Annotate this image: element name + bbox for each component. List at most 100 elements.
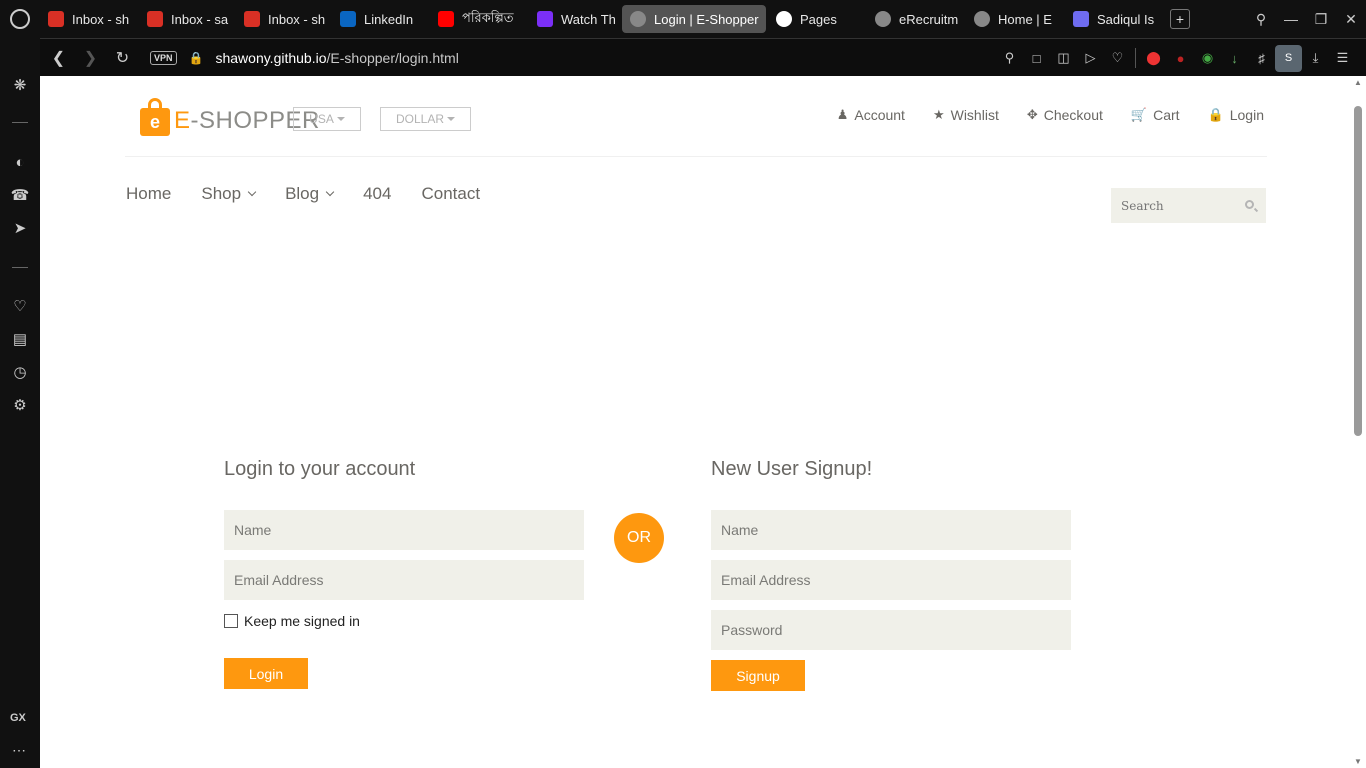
tab-title: Inbox - sh	[268, 11, 326, 27]
downloads-icon[interactable]: ⤓	[1302, 45, 1329, 72]
scrollbar-thumb[interactable]	[1354, 106, 1362, 436]
currency-dropdown[interactable]: DOLLAR	[380, 107, 471, 131]
play-icon	[537, 11, 553, 27]
sidebar-divider	[12, 267, 28, 268]
signup-password-field[interactable]	[711, 610, 1071, 650]
star-icon: ★	[932, 107, 945, 122]
signup-email-field[interactable]	[711, 560, 1071, 600]
vpn-badge[interactable]: VPN	[150, 50, 177, 65]
cart-icon: 🛒	[1130, 107, 1148, 122]
gx-label[interactable]: GX	[10, 712, 26, 724]
tab-title: পরিকল্পিত	[462, 9, 514, 25]
chevron-down-icon	[247, 187, 257, 197]
history-icon[interactable]: ◷	[10, 362, 30, 382]
tab-title: Home | E	[998, 11, 1052, 27]
browser-tab[interactable]: Login | E-Shopper	[622, 5, 766, 33]
telegram-icon[interactable]: ➤	[10, 218, 30, 238]
cart-link[interactable]: 🛒 Cart	[1131, 107, 1180, 123]
nav-blog-label: Blog	[285, 184, 320, 203]
browser-tab[interactable]: Inbox - sa	[139, 5, 234, 33]
pocket-icon[interactable]: ◫	[1050, 45, 1077, 72]
globe-icon	[630, 11, 646, 27]
login-name-field[interactable]	[224, 510, 584, 550]
nav-shop-label: Shop	[201, 184, 242, 203]
ai-assistant-icon[interactable]: ❋	[10, 75, 30, 95]
scroll-down-icon[interactable]: ▼	[1353, 757, 1363, 766]
new-tab-button[interactable]: +	[1170, 9, 1190, 29]
login-email-field[interactable]	[224, 560, 584, 600]
browser-tab[interactable]: Sadiqul Is	[1065, 5, 1162, 33]
messenger-icon[interactable]: ◐	[10, 152, 30, 172]
bookmark-heart-icon[interactable]: ♡	[1104, 45, 1131, 72]
nav-home[interactable]: Home	[126, 184, 171, 204]
linkedin-icon	[340, 11, 356, 27]
tab-title: Watch Th	[561, 11, 616, 27]
signup-button[interactable]: Signup	[711, 660, 805, 691]
lock-icon: 🔒	[1207, 107, 1224, 122]
reload-icon[interactable]: ↻	[109, 43, 136, 73]
close-icon[interactable]: ✕	[1336, 4, 1366, 34]
browser-tab[interactable]: Pages	[768, 5, 865, 33]
country-dropdown[interactable]: USA	[293, 107, 361, 131]
browser-tab[interactable]: LinkedIn	[332, 5, 428, 33]
opera-menu-icon[interactable]	[0, 0, 40, 38]
caret-down-icon	[447, 117, 456, 121]
signup-name-field[interactable]	[711, 510, 1071, 550]
url-field[interactable]: shawony.github.io/E-shopper/login.html	[215, 50, 458, 66]
account-link[interactable]: ♟ Account	[837, 107, 905, 123]
easy-setup-icon[interactable]: ☰	[1329, 45, 1356, 72]
search-input[interactable]	[1111, 188, 1231, 223]
settings-icon[interactable]: ⚙	[10, 395, 30, 415]
browser-tab[interactable]: Inbox - sh	[236, 5, 330, 33]
address-bar: ❮ ❯ ↻ VPN 🔒 shawony.github.io/E-shopper/…	[40, 38, 1366, 76]
minimize-icon[interactable]: —	[1276, 4, 1306, 34]
browser-tab[interactable]: eRecruitm	[867, 5, 964, 33]
nav-blog[interactable]: Blog	[285, 184, 335, 204]
login-link[interactable]: 🔒 Login	[1208, 107, 1264, 123]
browser-tab[interactable]: পরিকল্পিত	[430, 5, 527, 33]
more-icon[interactable]: ⋯	[12, 742, 27, 759]
forward-icon[interactable]: ❯	[77, 43, 104, 73]
maximize-icon[interactable]: ❐	[1306, 4, 1336, 34]
whatsapp-icon[interactable]: ☎	[10, 185, 30, 205]
browser-tab[interactable]: Inbox - sh	[40, 5, 137, 33]
adblock-icon[interactable]: ⬤	[1140, 45, 1167, 72]
login-button[interactable]: Login	[224, 658, 308, 689]
url-host: shawony.github.io	[215, 49, 327, 66]
pin-icon[interactable]: ⚲	[996, 45, 1023, 72]
send-icon[interactable]: ▷	[1077, 45, 1104, 72]
wishlist-link[interactable]: ★ Wishlist	[933, 107, 999, 123]
crosshairs-icon: ✥	[1026, 107, 1038, 122]
ublock-icon[interactable]: ●	[1167, 45, 1194, 72]
keep-signed-in-checkbox[interactable]	[224, 614, 238, 628]
nav-contact[interactable]: Contact	[421, 184, 480, 204]
checkout-link[interactable]: ✥ Checkout	[1027, 107, 1103, 123]
extensions-puzzle-icon[interactable]: ♯	[1248, 45, 1275, 72]
profile-avatar[interactable]: S	[1275, 44, 1302, 72]
snapshot-icon[interactable]: □	[1023, 45, 1050, 72]
page-scrollbar[interactable]: ▲ ▼	[1350, 76, 1366, 768]
scroll-up-icon[interactable]: ▲	[1353, 78, 1363, 87]
lock-icon[interactable]: 🔒	[189, 51, 204, 65]
extension-icon[interactable]: ◉	[1194, 45, 1221, 72]
heart-icon[interactable]: ♡	[10, 296, 30, 316]
wallet-icon[interactable]: ▤	[10, 329, 30, 349]
wishlist-label: Wishlist	[950, 107, 999, 123]
nav-shop[interactable]: Shop	[201, 184, 257, 204]
chevron-down-icon	[325, 187, 335, 197]
cart-label: Cart	[1153, 107, 1180, 123]
country-label: USA	[309, 112, 334, 126]
nav-404[interactable]: 404	[363, 184, 391, 204]
tab-title: Pages	[800, 11, 837, 27]
browser-tab[interactable]: Watch Th	[529, 5, 620, 33]
browser-tab[interactable]: Home | E	[966, 5, 1063, 33]
tab-strip: Inbox - sh Inbox - sa Inbox - sh LinkedIn পর…	[40, 5, 1164, 33]
search-icon[interactable]	[1245, 200, 1254, 209]
browser-sidebar: ❋ ◐ ☎ ➤ ♡ ▤ ◷ ⚙ GX ⋯	[0, 38, 40, 768]
download-arrow-icon[interactable]: ↓	[1221, 45, 1248, 72]
back-icon[interactable]: ❮	[45, 43, 72, 73]
address-bar-tools: ⚲ □ ◫ ▷ ♡ ⬤ ● ◉ ↓ ♯ S ⤓ ☰	[996, 39, 1356, 77]
globe-icon	[875, 11, 891, 27]
search-tabs-icon[interactable]: ⚲	[1246, 4, 1276, 34]
keep-signed-in-row: Keep me signed in	[224, 613, 360, 629]
